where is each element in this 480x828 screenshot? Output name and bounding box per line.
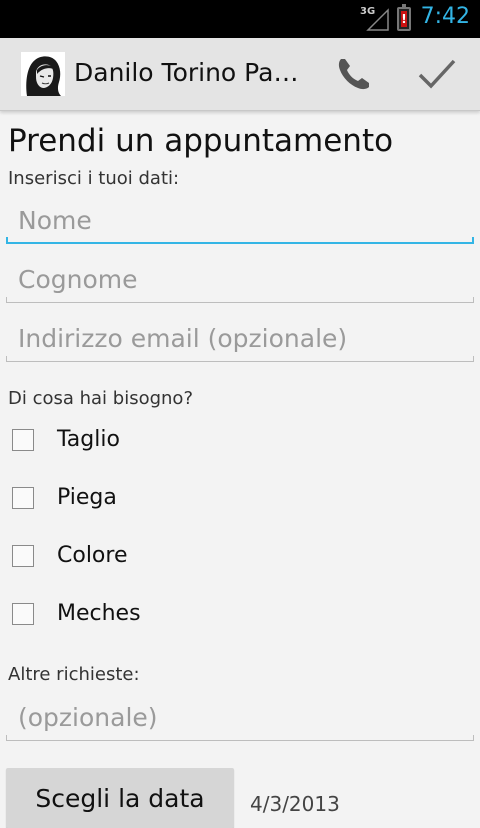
email-field <box>6 316 474 362</box>
other-requests-field <box>6 695 474 741</box>
other-requests-label: Altre richieste: <box>8 664 140 685</box>
service-checkbox-meches[interactable]: Meches <box>10 595 310 635</box>
checkbox-label[interactable]: Colore <box>57 543 128 568</box>
phone-icon[interactable] <box>332 52 376 96</box>
first-name-field <box>6 198 474 244</box>
page-title: Prendi un appuntamento <box>8 123 394 159</box>
field-underline <box>6 237 474 244</box>
checkbox-box[interactable] <box>12 487 34 509</box>
action-bar: Danilo Torino Parrucchieri <box>0 38 480 111</box>
clock: 7:42 <box>420 4 470 29</box>
email-input[interactable] <box>6 316 474 360</box>
field-underline <box>6 356 474 362</box>
service-checkbox-piega[interactable]: Piega <box>10 479 310 519</box>
battery-low-icon: ! <box>397 4 411 31</box>
choose-date-button[interactable]: Scegli la data <box>6 768 234 828</box>
app-title: Danilo Torino Parrucchieri <box>74 58 306 87</box>
service-checkbox-taglio[interactable]: Taglio <box>10 421 310 461</box>
field-underline <box>6 297 474 303</box>
last-name-field <box>6 257 474 303</box>
signal-icon <box>366 8 389 31</box>
app-logo-icon[interactable] <box>21 52 65 96</box>
last-name-input[interactable] <box>6 257 474 301</box>
selected-date: 4/3/2013 <box>250 792 340 816</box>
service-checkbox-colore[interactable]: Colore <box>10 537 310 577</box>
status-bar: 3G ! 7:42 <box>0 0 480 38</box>
checkbox-box[interactable] <box>12 545 34 567</box>
other-requests-input[interactable] <box>6 695 474 739</box>
personal-data-label: Inserisci i tuoi dati: <box>8 168 180 189</box>
checkbox-label[interactable]: Taglio <box>57 427 120 452</box>
field-underline <box>6 735 474 741</box>
checkbox-box[interactable] <box>12 603 34 625</box>
checkmark-icon[interactable] <box>414 52 460 96</box>
checkbox-box[interactable] <box>12 429 34 451</box>
services-label: Di cosa hai bisogno? <box>8 388 194 409</box>
checkbox-label[interactable]: Meches <box>57 601 141 626</box>
checkbox-label[interactable]: Piega <box>57 485 117 510</box>
first-name-input[interactable] <box>6 198 474 242</box>
